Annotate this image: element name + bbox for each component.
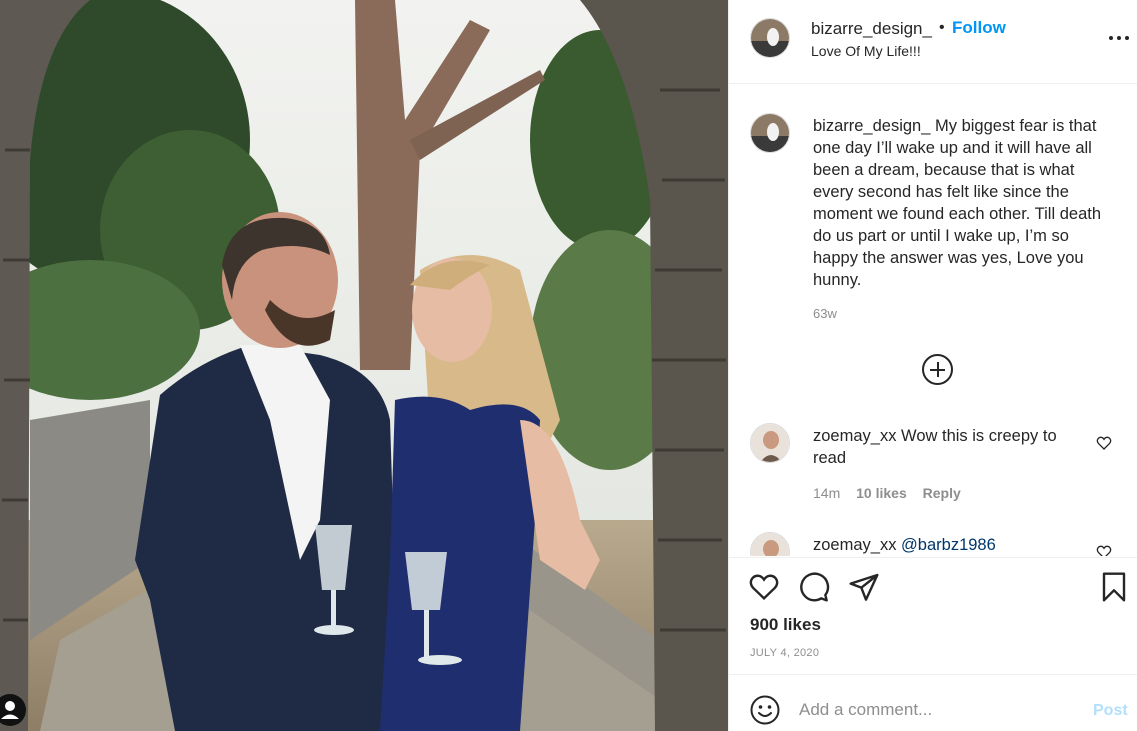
user-circle-icon[interactable] bbox=[0, 692, 28, 728]
post-actions: 900 likes JULY 4, 2020 bbox=[729, 557, 1137, 674]
caption-body: My biggest fear is that one day I’ll wak… bbox=[813, 117, 1102, 289]
comment-meta: 14m 10 likes Reply bbox=[813, 485, 973, 501]
bookmark-icon[interactable] bbox=[1098, 571, 1130, 603]
like-count[interactable]: 900 likes bbox=[750, 615, 821, 635]
comment-likes[interactable]: 10 likes bbox=[856, 485, 907, 501]
comments-list[interactable]: bizarre_design_ My biggest fear is that … bbox=[729, 85, 1137, 556]
post-details-panel: bizarre_design_ • Follow Love Of My Life… bbox=[728, 0, 1137, 731]
plus-circle-icon[interactable] bbox=[922, 354, 953, 385]
post-header: bizarre_design_ • Follow Love Of My Life… bbox=[729, 0, 1137, 84]
comment-text: zoemay_xx @barbz1986 bbox=[813, 534, 1088, 556]
ellipsis-icon[interactable] bbox=[1107, 28, 1131, 48]
comment-mention[interactable]: @barbz1986 bbox=[901, 536, 996, 554]
reply-button[interactable]: Reply bbox=[923, 485, 961, 501]
comment-icon[interactable] bbox=[798, 571, 830, 603]
post-photo[interactable] bbox=[0, 0, 728, 731]
caption-timestamp[interactable]: 63w bbox=[813, 306, 837, 321]
heart-icon[interactable] bbox=[748, 571, 780, 603]
caption-username[interactable]: bizarre_design_ bbox=[813, 117, 930, 135]
heart-icon[interactable] bbox=[1096, 544, 1112, 556]
avatar[interactable] bbox=[750, 532, 790, 556]
comment-username[interactable]: zoemay_xx bbox=[813, 427, 896, 445]
post-date[interactable]: JULY 4, 2020 bbox=[750, 647, 819, 659]
follow-button[interactable]: Follow bbox=[952, 18, 1006, 38]
avatar[interactable] bbox=[750, 18, 790, 58]
post-location[interactable]: Love Of My Life!!! bbox=[811, 43, 921, 59]
post-comment-button[interactable]: Post bbox=[1093, 702, 1128, 720]
comment-username[interactable]: zoemay_xx bbox=[813, 536, 896, 554]
share-icon[interactable] bbox=[848, 571, 880, 603]
avatar[interactable] bbox=[750, 423, 790, 463]
caption-text: bizarre_design_ My biggest fear is that … bbox=[813, 115, 1118, 291]
heart-icon[interactable] bbox=[1096, 435, 1112, 451]
post-username[interactable]: bizarre_design_ bbox=[811, 19, 932, 39]
add-comment-bar: Post bbox=[729, 674, 1137, 731]
emoji-icon[interactable] bbox=[749, 694, 781, 726]
separator-dot: • bbox=[939, 19, 945, 36]
comment-input[interactable] bbox=[799, 695, 1069, 725]
comment-text: zoemay_xx Wow this is creepy to read bbox=[813, 425, 1088, 469]
avatar[interactable] bbox=[750, 113, 790, 153]
comment-time[interactable]: 14m bbox=[813, 485, 840, 501]
